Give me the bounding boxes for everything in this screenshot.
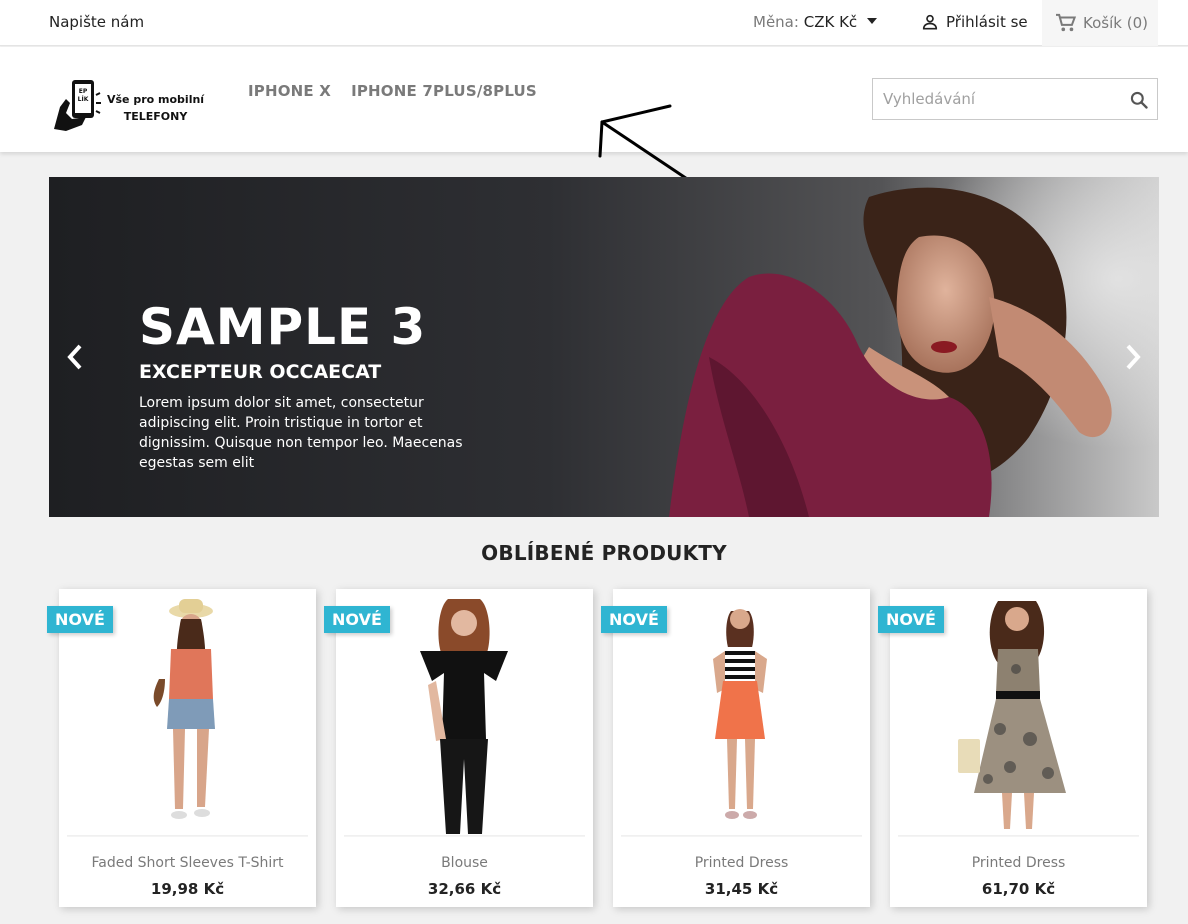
chevron-left-icon[interactable] [65, 342, 85, 372]
new-badge: NOVÉ [47, 606, 113, 633]
new-badge: NOVÉ [601, 606, 667, 633]
product-price: 19,98 Kč [150, 880, 225, 898]
login-label: Přihlásit se [946, 13, 1028, 31]
hero-slider: SAMPLE 3 EXCEPTEUR OCCAECAT Lorem ipsum … [49, 177, 1159, 517]
slide-text: Lorem ipsum dolor sit amet, consectetur … [139, 395, 463, 471]
search-input[interactable] [873, 79, 1113, 119]
new-badge: NOVÉ [878, 606, 944, 633]
cart-button[interactable]: Košík (0) [1042, 0, 1158, 46]
product-card[interactable]: NOVÉ Faded Short Sleeves T-Shirt 19,98 K… [47, 589, 316, 907]
search-box [872, 78, 1158, 120]
chevron-right-icon[interactable] [1123, 342, 1143, 372]
logo-line-1: Vše pro mobilní [107, 93, 205, 106]
product-price: 31,45 Kč [704, 880, 779, 898]
product-list: NOVÉ Faded Short Sleeves T-Shirt 19,98 K… [47, 589, 1147, 907]
svg-text:EP: EP [79, 88, 88, 95]
currency-value: CZK Kč [803, 13, 858, 31]
product-price: 32,66 Kč [427, 880, 502, 898]
slide-title: SAMPLE 3 [139, 298, 427, 356]
logo-text: Vše pro mobilní TELEFONY [107, 91, 204, 125]
cart-count: (0) [1126, 14, 1148, 32]
product-name[interactable]: Printed Dress [613, 855, 870, 871]
product-price: 61,70 Kč [981, 880, 1056, 898]
product-name[interactable]: Faded Short Sleeves T-Shirt [59, 855, 316, 871]
nav-item-iphone-x[interactable]: IPHONE X [248, 82, 331, 100]
search-icon[interactable] [1129, 90, 1149, 110]
currency-label: Měna: [753, 13, 799, 31]
slide-caption: SAMPLE 3 EXCEPTEUR OCCAECAT Lorem ipsum … [139, 297, 479, 473]
top-bar: Napište nám Měna: CZK Kč Přihlásit se Ko… [0, 0, 1188, 46]
user-icon [922, 14, 938, 30]
currency-selector[interactable]: Měna: CZK Kč [753, 13, 877, 31]
featured-products-title: OBLÍBENÉ PRODUKTY [481, 541, 727, 565]
product-name[interactable]: Printed Dress [890, 855, 1147, 871]
product-name[interactable]: Blouse [336, 855, 593, 871]
phone-hand-logo-icon: EP LÍK [54, 80, 101, 131]
product-card[interactable]: NOVÉ Printed Dress 31,45 Kč [601, 589, 870, 907]
slide-subtitle: EXCEPTEUR OCCAECAT [139, 361, 382, 383]
svg-text:LÍK: LÍK [78, 95, 89, 103]
main-nav: IPHONE X IPHONE 7PLUS/8PLUS [248, 82, 537, 100]
cart-label: Košík [1083, 14, 1122, 32]
new-badge: NOVÉ [324, 606, 390, 633]
login-link[interactable]: Přihlásit se [920, 12, 1028, 32]
cart-icon [1056, 13, 1077, 32]
contact-link[interactable]: Napište nám [49, 13, 144, 31]
caret-down-icon [866, 18, 877, 24]
site-logo[interactable]: EP LÍK Vše pro mobilní TELEFONY [52, 77, 207, 133]
product-card[interactable]: NOVÉ Blouse 32,66 Kč [324, 589, 593, 907]
nav-item-iphone-7plus-8plus[interactable]: IPHONE 7PLUS/8PLUS [351, 82, 537, 100]
logo-line-2: TELEFONY [123, 110, 188, 123]
product-card[interactable]: NOVÉ Printed Dress 61,70 Kč [878, 589, 1147, 907]
